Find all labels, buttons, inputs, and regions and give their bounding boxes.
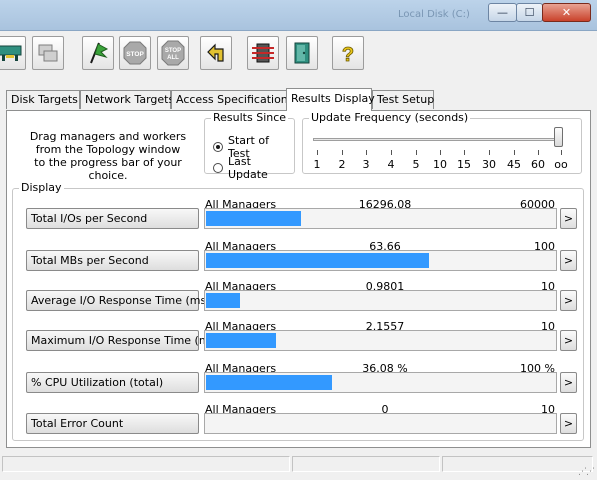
progress-bar[interactable] xyxy=(204,250,557,271)
minimize-icon: — xyxy=(497,6,508,19)
close-button[interactable]: ✕ xyxy=(542,3,591,22)
expand-arrow-button[interactable]: > xyxy=(560,372,577,393)
svg-text:STOP: STOP xyxy=(126,51,144,58)
frequency-tick-mark xyxy=(514,150,515,155)
start-button[interactable] xyxy=(82,36,114,70)
update-frequency-track[interactable] xyxy=(313,138,563,141)
results-since-group: Results Since Start of Test Last Update xyxy=(204,111,295,181)
status-pane-1 xyxy=(2,456,290,472)
minimize-button[interactable]: — xyxy=(488,3,517,22)
close-icon: ✕ xyxy=(561,6,572,19)
chevron-right-icon: > xyxy=(563,212,574,225)
expand-arrow-button[interactable]: > xyxy=(560,208,577,229)
frequency-tick-mark xyxy=(538,150,539,155)
progress-bar-fill xyxy=(206,253,429,268)
update-frequency-title: Update Frequency (seconds) xyxy=(309,111,471,124)
stop-icon: STOP xyxy=(123,41,147,65)
frequency-tick-mark xyxy=(391,150,392,155)
stop-all-icon: STOP ALL xyxy=(161,40,185,66)
status-pane-3 xyxy=(442,456,593,472)
metric-button[interactable]: Total I/Os per Second xyxy=(26,208,199,229)
frequency-tick-mark xyxy=(366,150,367,155)
progress-bar[interactable] xyxy=(204,413,557,434)
copy-worker-icon xyxy=(38,44,58,62)
frequency-tick-label: oo xyxy=(554,158,568,171)
topology-button[interactable] xyxy=(0,36,26,70)
display-title: Display xyxy=(19,181,64,194)
window-title: Local Disk (C:) xyxy=(398,9,470,20)
stop-all-button[interactable]: STOP ALL xyxy=(157,36,189,70)
expand-arrow-button[interactable]: > xyxy=(560,330,577,351)
frequency-tick-mark xyxy=(342,150,343,155)
progress-bar-fill xyxy=(206,333,276,348)
frequency-tick-mark xyxy=(416,150,417,155)
disconnect-button[interactable] xyxy=(247,36,279,70)
progress-bar[interactable] xyxy=(204,330,557,351)
metric-button[interactable]: % CPU Utilization (total) xyxy=(26,372,199,393)
progress-bar-fill xyxy=(206,211,301,226)
exit-button[interactable] xyxy=(286,36,318,70)
chevron-right-icon: > xyxy=(563,254,574,267)
maximize-icon: ☐ xyxy=(524,6,535,19)
progress-bar[interactable] xyxy=(204,208,557,229)
metric-button[interactable]: Total MBs per Second xyxy=(26,250,199,271)
drag-hint: Drag managers and workers from the Topol… xyxy=(18,130,198,182)
chevron-right-icon: > xyxy=(563,376,574,389)
svg-text:STOP: STOP xyxy=(165,48,181,54)
metric-button[interactable]: Average I/O Response Time (ms) xyxy=(26,290,211,311)
frequency-tick-mark xyxy=(440,150,441,155)
metric-button[interactable]: Total Error Count xyxy=(26,413,199,434)
progress-bar[interactable] xyxy=(204,290,557,311)
frequency-tick-mark xyxy=(317,150,318,155)
status-bar: ⋰⋰ xyxy=(0,454,597,480)
progress-bar-fill xyxy=(206,293,240,308)
chevron-right-icon: > xyxy=(563,334,574,347)
hint-line-1: Drag managers and workers xyxy=(29,130,187,143)
resize-grip-icon[interactable]: ⋰⋰ xyxy=(578,467,595,477)
topology-icon xyxy=(0,45,22,61)
update-frequency-slider-thumb[interactable] xyxy=(554,127,563,147)
status-pane-2 xyxy=(292,456,440,472)
chevron-right-icon: > xyxy=(563,417,574,430)
tab-network-targets[interactable]: Network Targets xyxy=(80,90,174,109)
tab-results-display[interactable]: Results Display xyxy=(286,88,375,111)
help-button[interactable]: ? xyxy=(332,36,364,70)
stop-button[interactable]: STOP xyxy=(119,36,151,70)
radio-circle-icon xyxy=(213,163,223,173)
copy-worker-button[interactable] xyxy=(32,36,64,70)
svg-text:ALL: ALL xyxy=(167,55,179,61)
radio-last-update[interactable]: Last Update xyxy=(213,155,294,181)
update-frequency-group: Update Frequency (seconds) 1 2 3 4 5 10 15 30 45… xyxy=(302,111,582,174)
radio-circle-icon xyxy=(213,142,223,152)
metric-button[interactable]: Maximum I/O Response Time (ms) xyxy=(26,330,220,351)
expand-arrow-button[interactable]: > xyxy=(560,290,577,311)
tab-test-setup[interactable]: Test Setup xyxy=(372,90,434,109)
reset-workers-icon xyxy=(207,43,224,62)
expand-arrow-button[interactable]: > xyxy=(560,250,577,271)
reset-workers-button[interactable] xyxy=(200,36,232,70)
maximize-button[interactable]: ☐ xyxy=(516,3,543,22)
hint-line-2: from the Topology window xyxy=(35,143,181,156)
exit-icon xyxy=(294,42,310,64)
start-flag-icon xyxy=(90,42,109,64)
progress-bar[interactable] xyxy=(204,372,557,393)
results-since-title: Results Since xyxy=(211,111,289,124)
frequency-tick-mark xyxy=(561,150,562,155)
radio-last-update-label: Last Update xyxy=(227,155,268,181)
tab-access-specifications[interactable]: Access Specifications xyxy=(171,90,294,109)
disconnect-icon xyxy=(252,43,274,63)
help-icon: ? xyxy=(341,44,354,66)
frequency-tick-mark xyxy=(489,150,490,155)
svg-text:?: ? xyxy=(342,44,354,66)
hint-line-3: to the progress bar of your choice. xyxy=(34,156,182,182)
title-bar: Local Disk (C:) — ☐ ✕ xyxy=(0,0,597,31)
frequency-tick-mark xyxy=(464,150,465,155)
progress-bar-fill xyxy=(206,375,332,390)
toolbar: STOP STOP ALL ? xyxy=(0,34,597,76)
tab-disk-targets[interactable]: Disk Targets xyxy=(6,90,80,109)
expand-arrow-button[interactable]: > xyxy=(560,413,577,434)
chevron-right-icon: > xyxy=(563,294,574,307)
